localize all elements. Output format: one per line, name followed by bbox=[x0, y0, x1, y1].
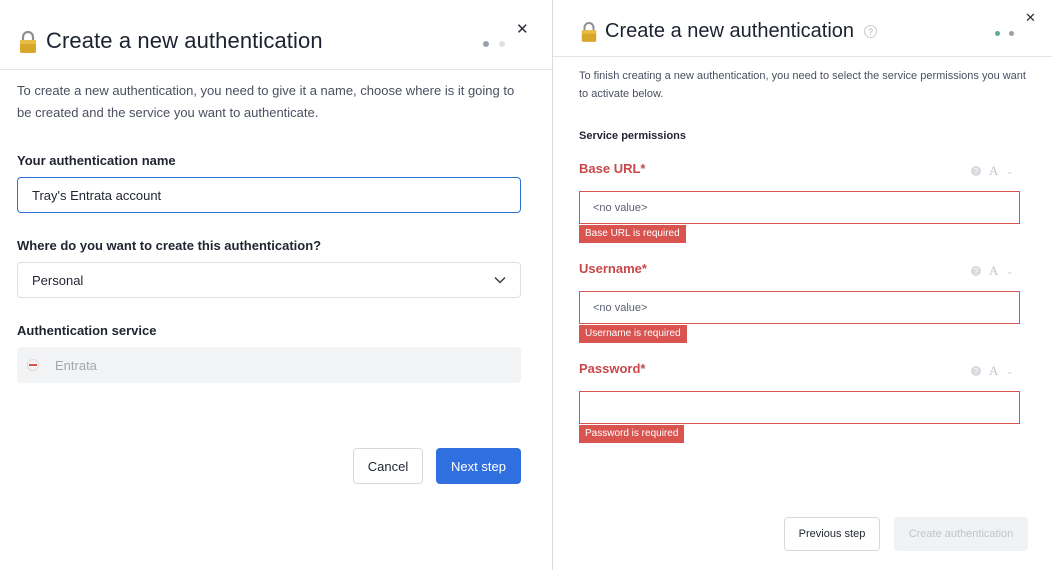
service-field-disabled: Entrata bbox=[17, 347, 521, 383]
create-authentication-button[interactable]: Create authentication bbox=[894, 517, 1028, 551]
service-permissions-heading: Service permissions bbox=[579, 130, 687, 142]
page-title-text: Create a new authentication bbox=[605, 20, 855, 42]
header-divider bbox=[0, 69, 552, 70]
chevron-down-icon[interactable]: ⌄ bbox=[1006, 267, 1013, 276]
username-label: Username* bbox=[579, 261, 647, 276]
intro-text: To finish creating a new authentication,… bbox=[579, 70, 1026, 100]
lock-icon bbox=[20, 30, 36, 53]
location-select[interactable]: Personal bbox=[17, 262, 521, 298]
base-url-input[interactable] bbox=[579, 191, 1020, 224]
password-label: Password* bbox=[579, 361, 646, 376]
create-auth-step-2-panel: Create a new authentication ? ✕ To finis… bbox=[553, 0, 1052, 570]
help-icon[interactable]: ? bbox=[971, 266, 981, 276]
username-input[interactable] bbox=[579, 291, 1020, 324]
step-dot-done bbox=[995, 31, 1000, 36]
next-step-button[interactable]: Next step bbox=[436, 448, 521, 484]
chevron-down-icon bbox=[494, 276, 506, 284]
chevron-down-icon[interactable]: ⌄ bbox=[1006, 367, 1013, 376]
service-value: Entrata bbox=[55, 357, 97, 373]
base-url-tools: ? A ⌄ bbox=[971, 163, 1013, 179]
create-auth-step-1-panel: Create a new authentication ✕ To create … bbox=[0, 0, 552, 570]
location-label: Where do you want to create this authent… bbox=[17, 238, 322, 253]
help-icon[interactable]: ? bbox=[971, 166, 981, 176]
step-indicator bbox=[995, 31, 1024, 49]
step-dot-active bbox=[1009, 31, 1014, 36]
auth-name-input[interactable] bbox=[17, 177, 521, 213]
username-tools: ? A ⌄ bbox=[971, 263, 1013, 279]
page-title: Create a new authentication bbox=[46, 28, 323, 53]
help-icon[interactable]: ? bbox=[864, 25, 878, 38]
close-icon[interactable]: ✕ bbox=[1025, 10, 1036, 26]
header-divider bbox=[553, 56, 1052, 57]
username-error: Username is required bbox=[579, 325, 687, 343]
password-error: Password is required bbox=[579, 425, 685, 443]
auth-name-label: Your authentication name bbox=[17, 153, 176, 168]
step-dot-active bbox=[483, 41, 489, 47]
entrata-logo-icon bbox=[27, 359, 39, 371]
chevron-down-icon[interactable]: ⌄ bbox=[1006, 167, 1013, 176]
intro-text: To create a new authentication, you need… bbox=[17, 83, 515, 120]
base-url-label: Base URL* bbox=[579, 161, 646, 176]
base-url-error: Base URL is required bbox=[579, 225, 686, 243]
type-selector-icon[interactable]: A bbox=[989, 163, 998, 179]
step-indicator bbox=[483, 41, 515, 59]
previous-step-button[interactable]: Previous step bbox=[784, 517, 880, 551]
type-selector-icon[interactable]: A bbox=[989, 363, 998, 379]
service-label: Authentication service bbox=[17, 323, 157, 338]
password-tools: ? A ⌄ bbox=[971, 363, 1013, 379]
lock-icon bbox=[581, 22, 597, 42]
close-icon[interactable]: ✕ bbox=[516, 20, 529, 38]
location-selected-value: Personal bbox=[32, 272, 84, 288]
help-icon[interactable]: ? bbox=[971, 366, 981, 376]
page-title: Create a new authentication ? bbox=[605, 20, 878, 43]
type-selector-icon[interactable]: A bbox=[989, 263, 998, 279]
password-input[interactable] bbox=[579, 391, 1020, 424]
cancel-button[interactable]: Cancel bbox=[353, 448, 423, 484]
step-dot-inactive bbox=[499, 41, 505, 47]
